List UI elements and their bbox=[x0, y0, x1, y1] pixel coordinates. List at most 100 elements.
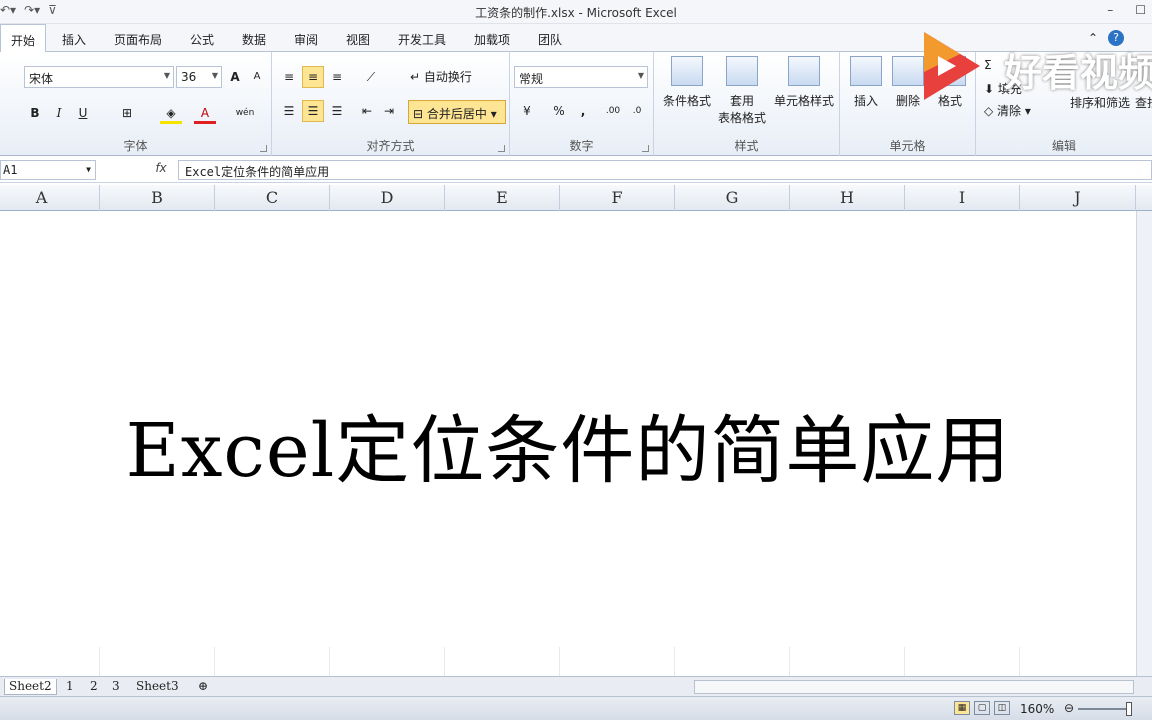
window-controls: – ☐ bbox=[1107, 3, 1146, 17]
formula-bar: A1 ▼ fx Excel定位条件的简单应用 bbox=[0, 157, 1152, 183]
align-left-icon[interactable]: ☰ bbox=[278, 100, 300, 122]
zoom-level[interactable]: 160% bbox=[1020, 702, 1054, 716]
watermark: 好看视频 bbox=[916, 26, 1152, 110]
tab-formulas[interactable]: 公式 bbox=[190, 31, 214, 48]
column-header-b[interactable]: B bbox=[100, 185, 215, 211]
orientation-icon[interactable]: ⟋ bbox=[360, 66, 382, 88]
sheet-tab-1[interactable]: 1 bbox=[62, 679, 78, 695]
zoom-out-icon[interactable]: ⊖ bbox=[1064, 701, 1074, 715]
page-break-view-icon[interactable]: ◫ bbox=[994, 701, 1010, 715]
play-logo-icon bbox=[924, 32, 980, 100]
column-header-d[interactable]: D bbox=[330, 185, 445, 211]
excel-window: ↶▾ ↷▾ ⊽ 工资条的制作.xlsx - Microsoft Excel – … bbox=[0, 0, 1152, 720]
column-header-a[interactable]: A bbox=[0, 185, 100, 211]
bold-button[interactable]: B bbox=[24, 102, 46, 124]
normal-view-icon[interactable]: ▦ bbox=[954, 701, 970, 715]
column-header-f[interactable]: F bbox=[560, 185, 675, 211]
wrap-text-button[interactable]: ↵ 自动换行 bbox=[410, 68, 472, 85]
font-group: 宋体 ▼ 36 ▼ A A B I U ⊞ ◈ A wén 字体 bbox=[0, 52, 272, 156]
cell-styles-button[interactable]: 单元格样式 bbox=[772, 56, 836, 109]
shrink-font-button[interactable]: A bbox=[246, 66, 268, 88]
tab-data[interactable]: 数据 bbox=[242, 31, 266, 48]
align-middle-icon[interactable]: ≡ bbox=[302, 66, 324, 88]
maximize-button[interactable]: ☐ bbox=[1135, 3, 1146, 17]
sheet-tab-sheet3[interactable]: Sheet3 bbox=[132, 679, 183, 695]
tab-developer[interactable]: 开发工具 bbox=[398, 31, 446, 48]
align-center-icon[interactable]: ☰ bbox=[302, 100, 324, 122]
new-sheet-icon[interactable]: ⊕ bbox=[194, 679, 212, 695]
tab-team[interactable]: 团队 bbox=[538, 31, 562, 48]
number-format-select[interactable]: 常规 ▼ bbox=[514, 66, 648, 88]
currency-icon[interactable]: ¥ bbox=[516, 100, 538, 122]
formula-input[interactable]: Excel定位条件的简单应用 bbox=[178, 160, 1152, 180]
insert-function-button[interactable]: fx bbox=[150, 161, 172, 175]
insert-cells-button[interactable]: 插入 bbox=[846, 56, 886, 109]
cells-group-label: 单元格 bbox=[889, 139, 926, 153]
tab-view[interactable]: 视图 bbox=[346, 31, 370, 48]
chevron-down-icon[interactable]: ▼ bbox=[86, 165, 91, 174]
number-dialog-launcher[interactable] bbox=[642, 145, 649, 152]
fill-color-icon[interactable]: ◈ bbox=[160, 102, 182, 124]
zoom-slider[interactable] bbox=[1078, 708, 1132, 710]
merge-center-button[interactable]: ⊟ 合并后居中 ▾ bbox=[408, 100, 506, 124]
comma-button[interactable]: , bbox=[572, 100, 594, 122]
conditional-format-button[interactable]: 条件格式 bbox=[658, 56, 716, 109]
number-group-label: 数字 bbox=[569, 139, 594, 153]
increase-decimal-button[interactable]: .00 bbox=[602, 100, 624, 122]
font-color-icon[interactable]: A bbox=[194, 102, 216, 124]
worksheet-grid[interactable]: Excel定位条件的简单应用 bbox=[0, 211, 1136, 676]
font-name-select[interactable]: 宋体 ▼ bbox=[24, 66, 174, 88]
tab-page-layout[interactable]: 页面布局 bbox=[114, 31, 162, 48]
column-header-e[interactable]: E bbox=[445, 185, 560, 211]
font-size-select[interactable]: 36 ▼ bbox=[176, 66, 222, 88]
wrap-text-icon: ↵ bbox=[410, 70, 421, 84]
tab-home[interactable]: 开始 bbox=[0, 24, 47, 53]
tab-insert[interactable]: 插入 bbox=[62, 31, 86, 48]
table-format-icon bbox=[726, 56, 758, 86]
font-dialog-launcher[interactable] bbox=[260, 145, 267, 152]
column-header-j[interactable]: J bbox=[1020, 185, 1136, 211]
name-box[interactable]: A1 ▼ bbox=[0, 160, 96, 180]
zoom-slider-handle[interactable] bbox=[1126, 702, 1132, 716]
align-top-icon[interactable]: ≡ bbox=[278, 66, 300, 88]
cell-styles-icon bbox=[788, 56, 820, 86]
vertical-scrollbar[interactable] bbox=[1136, 211, 1152, 676]
status-bar: ▦ ▢ ◫ 160% ⊖ bbox=[0, 696, 1152, 720]
conditional-format-icon bbox=[671, 56, 703, 86]
italic-button[interactable]: I bbox=[48, 102, 70, 124]
sheet-tab-sheet2[interactable]: Sheet2 bbox=[4, 679, 57, 695]
align-bottom-icon[interactable]: ≡ bbox=[326, 66, 348, 88]
format-as-table-button[interactable]: 套用 表格格式 bbox=[712, 56, 772, 126]
grow-font-button[interactable]: A bbox=[224, 66, 246, 88]
alignment-dialog-launcher[interactable] bbox=[498, 145, 505, 152]
align-right-icon[interactable]: ☰ bbox=[326, 100, 348, 122]
window-title: 工资条的制作.xlsx - Microsoft Excel bbox=[475, 6, 677, 20]
sheet-tab-3[interactable]: 3 bbox=[108, 679, 124, 695]
tab-addins[interactable]: 加载项 bbox=[474, 31, 510, 48]
column-header-g[interactable]: G bbox=[675, 185, 790, 211]
tab-review[interactable]: 审阅 bbox=[294, 31, 318, 48]
insert-cells-icon bbox=[850, 56, 882, 86]
column-header-h[interactable]: H bbox=[790, 185, 905, 211]
font-group-label: 字体 bbox=[123, 139, 148, 153]
merge-icon: ⊟ bbox=[413, 107, 424, 121]
decrease-decimal-button[interactable]: .0 bbox=[626, 100, 648, 122]
column-header-c[interactable]: C bbox=[215, 185, 330, 211]
border-icon[interactable]: ⊞ bbox=[116, 102, 138, 124]
increase-indent-icon[interactable]: ⇥ bbox=[378, 100, 400, 122]
horizontal-scrollbar[interactable] bbox=[694, 680, 1134, 694]
underline-button[interactable]: U bbox=[72, 102, 94, 124]
alignment-group-label: 对齐方式 bbox=[366, 139, 415, 153]
column-header-i[interactable]: I bbox=[905, 185, 1020, 211]
alignment-group: ≡ ≡ ≡ ⟋ ☰ ☰ ☰ ⇤ ⇥ ↵ 自动换行 ⊟ 合并后居中 ▾ 对齐方式 bbox=[272, 52, 510, 156]
merged-cell-a1[interactable]: Excel定位条件的简单应用 bbox=[0, 391, 1136, 498]
minimize-button[interactable]: – bbox=[1107, 3, 1113, 17]
page-layout-view-icon[interactable]: ▢ bbox=[974, 701, 990, 715]
decrease-indent-icon[interactable]: ⇤ bbox=[356, 100, 378, 122]
column-headers: A B C D E F G H I J bbox=[0, 185, 1152, 211]
number-group: 常规 ▼ ¥ % , .00 .0 数字 bbox=[510, 52, 654, 156]
styles-group: 条件格式 套用 表格格式 单元格样式 样式 bbox=[654, 52, 840, 156]
phonetic-icon[interactable]: wén bbox=[234, 102, 256, 124]
percent-button[interactable]: % bbox=[548, 100, 570, 122]
sheet-tab-2[interactable]: 2 bbox=[86, 679, 102, 695]
